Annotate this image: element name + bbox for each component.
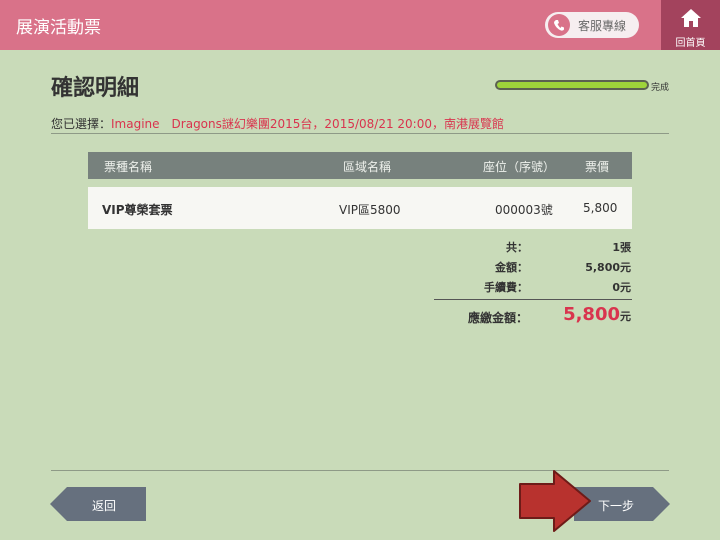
home-label: 回首頁 bbox=[675, 38, 706, 49]
red-arrow-icon bbox=[518, 470, 592, 536]
total-unit: 元 bbox=[620, 310, 631, 323]
selection-summary: 您已選擇：Imagine Dragons謎幻樂團2015台，2015/08/21… bbox=[51, 115, 504, 132]
total-value: 5,800元 bbox=[563, 304, 631, 325]
count-value: 1張 bbox=[612, 241, 631, 254]
home-icon bbox=[680, 7, 702, 33]
page-title: 確認明細 bbox=[51, 76, 140, 101]
fee-value: 0元 bbox=[612, 281, 631, 294]
header-ticket-type: 票種名稱 bbox=[104, 160, 153, 174]
back-label: 返回 bbox=[91, 499, 116, 513]
cell-ticket-type: VIP尊榮套票 bbox=[102, 203, 173, 217]
header-seat: 座位（序號） bbox=[483, 160, 556, 174]
progress-fill bbox=[497, 82, 647, 88]
summary-divider bbox=[434, 299, 632, 300]
cell-area: VIP區5800 bbox=[339, 203, 401, 217]
amount-value: 5,800元 bbox=[585, 261, 631, 274]
app-title: 展演活動票 bbox=[16, 18, 101, 38]
customer-service-button[interactable]: 客服專線 bbox=[545, 12, 639, 38]
cell-price: 5,800 bbox=[583, 201, 618, 215]
table-row: VIP尊榮套票 VIP區5800 000003號 5,800 bbox=[88, 187, 632, 229]
fee-label: 手續費： bbox=[484, 281, 528, 294]
selection-label: 您已選擇： bbox=[51, 117, 112, 131]
amount-label: 金額： bbox=[495, 261, 528, 274]
count-label: 共： bbox=[506, 241, 528, 254]
service-label: 客服專線 bbox=[578, 19, 627, 33]
selection-value: Imagine Dragons謎幻樂團2015台，2015/08/21 20:0… bbox=[111, 117, 504, 131]
progress-label: 完成 bbox=[651, 83, 670, 93]
home-button[interactable]: 回首頁 bbox=[661, 0, 720, 50]
top-bar: 展演活動票 客服專線 回首頁 bbox=[0, 0, 720, 50]
header-price: 票價 bbox=[585, 160, 610, 174]
back-button[interactable]: 返回 bbox=[50, 487, 146, 521]
table-header: 票種名稱 區域名稱 座位（序號） 票價 bbox=[88, 152, 632, 179]
progress-bar bbox=[495, 80, 649, 90]
header-area: 區域名稱 bbox=[343, 160, 392, 174]
divider bbox=[51, 133, 669, 134]
next-label: 下一步 bbox=[597, 499, 634, 513]
phone-icon bbox=[548, 14, 570, 36]
cell-seat: 000003號 bbox=[495, 203, 553, 217]
total-label: 應繳金額： bbox=[467, 311, 528, 325]
total-amount: 5,800 bbox=[563, 304, 620, 325]
